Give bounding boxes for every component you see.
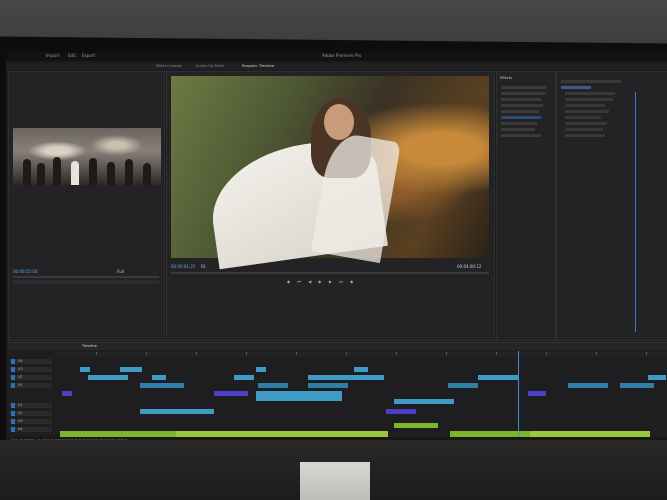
track-header-a4[interactable]: A4 (10, 427, 52, 432)
timeline-header: Timeline (8, 343, 667, 350)
video-clip[interactable] (448, 383, 478, 388)
timeline-panel: Timeline V4 V3 V2 V1 A1 A2 A3 A4 (8, 342, 667, 444)
program-timecode: 00:00:01:21 (171, 264, 196, 269)
effects-row-presets[interactable] (501, 86, 547, 89)
adjustment-clip[interactable] (528, 391, 546, 396)
video-clip[interactable] (80, 367, 90, 372)
video-clip[interactable] (394, 399, 454, 404)
program-video-frame[interactable] (171, 76, 489, 270)
ctrl-row[interactable] (561, 86, 591, 89)
program-duration: 00:04:00:12 (457, 264, 482, 269)
time-ruler[interactable] (56, 352, 667, 357)
tab-effect-controls[interactable]: Effect Controls (156, 64, 182, 68)
ctrl-row[interactable] (565, 134, 605, 137)
effects-row[interactable] (501, 122, 537, 125)
source-video-frame[interactable] (13, 128, 161, 185)
video-clip[interactable] (478, 375, 518, 380)
ctrl-row[interactable] (565, 92, 615, 95)
tab-program-timeline[interactable]: Program: Timeline (242, 64, 274, 68)
source-transport-bar (13, 280, 159, 284)
source-timecode: 00:00:25:00 (13, 269, 38, 274)
menu-item-edit[interactable]: Edit (68, 53, 76, 58)
effects-row-audio-effects[interactable] (501, 98, 541, 101)
track-header-a1[interactable]: A1 (10, 403, 52, 408)
video-clip[interactable] (354, 367, 368, 372)
video-clip[interactable] (568, 383, 608, 388)
ctrl-row[interactable] (565, 122, 607, 125)
video-clip[interactable] (120, 367, 142, 372)
ctrl-row[interactable] (565, 104, 605, 107)
video-clip[interactable] (234, 375, 254, 380)
adjustment-clip[interactable] (386, 409, 416, 414)
screen: Import Edit Export Adobe Premiere Pro Ef… (6, 52, 667, 444)
adjustment-clip[interactable] (62, 391, 72, 396)
ctrl-playhead-line[interactable] (635, 92, 636, 332)
ctrl-row[interactable] (565, 128, 603, 131)
menu-bar: Import Edit Export Adobe Premiere Pro (6, 52, 667, 61)
effects-row[interactable] (501, 134, 541, 137)
effects-row-video-transitions[interactable] (501, 116, 541, 119)
program-scrub-bar[interactable] (171, 272, 489, 274)
menu-item-export[interactable]: Export (82, 53, 95, 58)
video-clip[interactable] (308, 375, 384, 380)
video-clip[interactable] (88, 375, 128, 380)
track-header-a2[interactable]: A2 (10, 411, 52, 416)
video-clip[interactable] (152, 375, 166, 380)
effects-row-lumetri[interactable] (501, 92, 545, 95)
effects-panel: Effects (496, 71, 556, 341)
effects-row-video-effects[interactable] (501, 110, 539, 113)
menu-item-import[interactable]: Import (46, 53, 59, 58)
track-header-a3[interactable]: A3 (10, 419, 52, 424)
window-title: Adobe Premiere Pro (322, 53, 362, 58)
video-clip[interactable] (256, 367, 266, 372)
audio-clip[interactable] (394, 423, 438, 428)
program-monitor-panel: 00:00:01:21 Fit 00:04:00:12 ◆ ⏮ ◀ ▶ ▶ ⏭ … (166, 71, 495, 341)
video-clip[interactable] (648, 375, 666, 380)
video-clip[interactable] (620, 383, 654, 388)
source-scrub-bar[interactable] (13, 276, 159, 278)
ctrl-row[interactable] (565, 110, 609, 113)
track-headers: V4 V3 V2 V1 A1 A2 A3 A4 (8, 357, 54, 443)
playback-controls[interactable]: ◆ ⏮ ◀ ▶ ▶ ⏭ ◆ (287, 279, 356, 284)
effect-controls-panel (556, 71, 667, 341)
tab-audio-clip-mixer[interactable]: Audio Clip Mixer (196, 64, 224, 68)
tab-timeline[interactable]: Timeline (82, 344, 97, 348)
ctrl-row[interactable] (561, 80, 621, 83)
video-clip[interactable] (308, 383, 348, 388)
track-header-v4[interactable]: V4 (10, 359, 52, 364)
video-clip[interactable] (256, 391, 342, 401)
track-header-v3[interactable]: V3 (10, 367, 52, 372)
effects-title: Effects (500, 76, 512, 80)
ctrl-row[interactable] (565, 98, 613, 101)
timeline-playhead[interactable] (518, 351, 519, 443)
adjustment-clip[interactable] (214, 391, 248, 396)
video-clip[interactable] (140, 409, 214, 414)
video-clip[interactable] (140, 383, 184, 388)
track-header-v1[interactable]: V1 (10, 383, 52, 388)
source-fit-select[interactable]: Full (117, 269, 124, 274)
bride-face (324, 104, 354, 140)
source-monitor-panel: 00:00:25:00 Full (8, 71, 165, 341)
program-fit-select[interactable]: Fit (201, 264, 206, 269)
track-header-v2[interactable]: V2 (10, 375, 52, 380)
video-clip[interactable] (258, 383, 288, 388)
effects-row[interactable] (501, 128, 535, 131)
panel-tabs: Effect Controls Audio Clip Mixer Program… (6, 63, 667, 70)
ctrl-row[interactable] (565, 116, 601, 119)
monitor-stand (300, 462, 370, 500)
effects-row-audio-transitions[interactable] (501, 104, 543, 107)
